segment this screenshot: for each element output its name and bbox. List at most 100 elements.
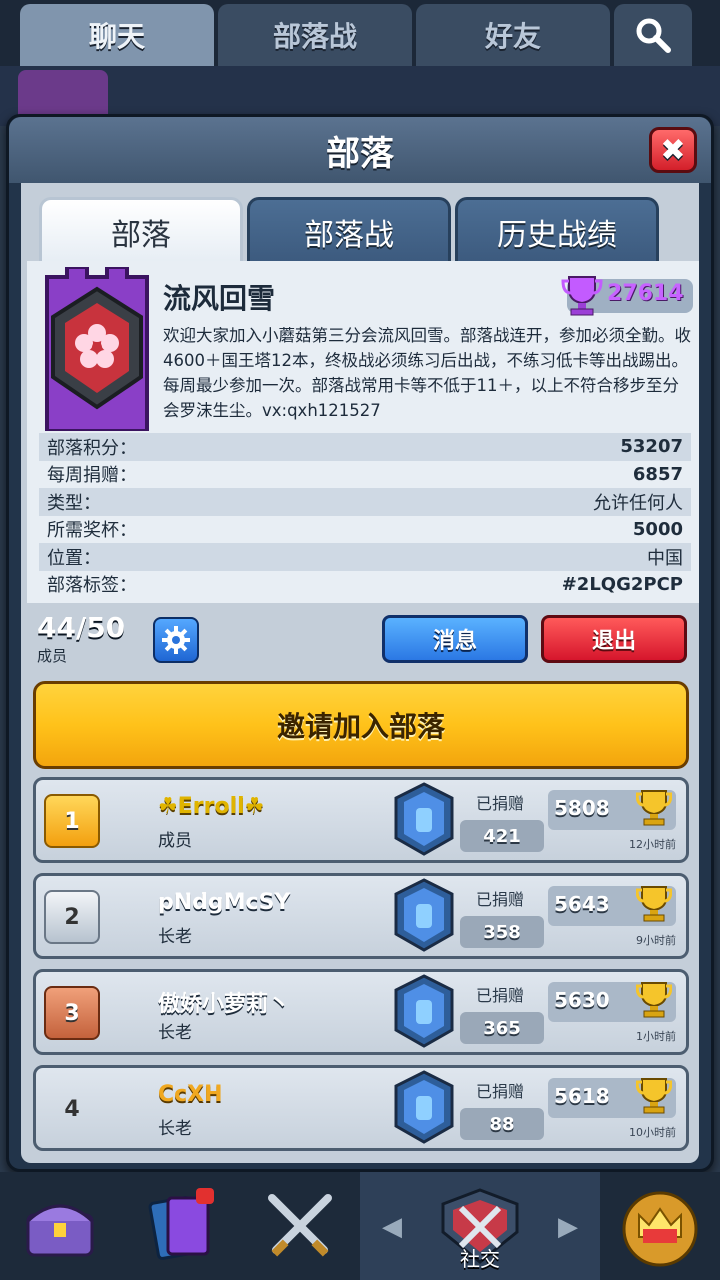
modal-title: 部落 bbox=[326, 133, 394, 174]
nav-cards[interactable] bbox=[120, 1172, 240, 1280]
search-button[interactable] bbox=[614, 4, 692, 66]
stat-row: 部落积分： 53207 bbox=[39, 433, 691, 461]
settings-button[interactable] bbox=[153, 617, 199, 663]
last-seen: 1小时前 bbox=[636, 1030, 676, 1043]
stat-row: 类型： 允许任何人 bbox=[39, 488, 691, 516]
donated-count: 358 bbox=[460, 916, 544, 948]
stat-label: 所需奖杯： bbox=[47, 520, 137, 542]
donated-count: 421 bbox=[460, 820, 544, 852]
search-icon bbox=[636, 18, 671, 53]
card-icon bbox=[394, 878, 454, 952]
trophy-icon bbox=[636, 790, 672, 826]
stat-row: 所需奖杯： 5000 bbox=[39, 516, 691, 544]
stat-row: 位置： 中国 bbox=[39, 543, 691, 571]
stat-value: 53207 bbox=[620, 436, 683, 458]
chevron-right-icon: ▶ bbox=[558, 1212, 578, 1242]
member-role: 长老 bbox=[158, 927, 192, 947]
tab-clan-war[interactable]: 部落战 bbox=[247, 197, 451, 263]
member-row[interactable]: 1 ☘Erroll☘ 成员 已捐赠 421 5808 12小时前 bbox=[33, 777, 689, 863]
last-seen: 10小时前 bbox=[629, 1126, 676, 1139]
trophy-icon bbox=[561, 276, 603, 316]
top-tab-bar: 聊天 部落战 好友 bbox=[0, 0, 720, 66]
rank-badge: 4 bbox=[64, 1096, 80, 1122]
message-button[interactable]: 消息 bbox=[382, 615, 528, 663]
gear-icon bbox=[162, 626, 190, 654]
leave-button[interactable]: 退出 bbox=[541, 615, 687, 663]
rank-badge: 3 bbox=[44, 986, 100, 1040]
member-name: ☘Erroll☘ bbox=[158, 794, 265, 819]
stat-value: 中国 bbox=[647, 547, 683, 569]
tab-clan-war[interactable]: 部落战 bbox=[218, 4, 412, 66]
screen: 聊天 部落战 好友 部落 ✖ 部落 部落战 历史战绩 流风回雪 27614 欢迎… bbox=[0, 0, 720, 1280]
stat-label: 每周捐赠： bbox=[47, 465, 137, 487]
tab-clan[interactable]: 部落 bbox=[39, 197, 243, 263]
chest-icon bbox=[26, 1204, 94, 1257]
member-row[interactable]: 3 傲娇小萝莉丶 长老 已捐赠 365 5630 1小时前 bbox=[33, 969, 689, 1055]
rank-badge: 2 bbox=[44, 890, 100, 944]
stat-label: 类型： bbox=[47, 492, 101, 514]
member-role: 长老 bbox=[158, 1023, 192, 1043]
nav-tournaments[interactable] bbox=[600, 1172, 720, 1280]
clan-info: 流风回雪 27614 欢迎大家加入小蘑菇第三分会流风回雪。部落战连开，参加必须全… bbox=[27, 261, 699, 603]
crown-icon bbox=[622, 1191, 698, 1267]
member-name: CcXH bbox=[158, 1082, 223, 1107]
member-trophies: 5630 bbox=[548, 982, 676, 1022]
donated-label: 已捐赠 bbox=[476, 1082, 525, 1101]
member-trophies: 5808 bbox=[548, 790, 676, 830]
member-role: 成员 bbox=[158, 831, 192, 851]
card-icon bbox=[394, 782, 454, 856]
member-trophies: 5643 bbox=[548, 886, 676, 926]
card-icon bbox=[394, 1070, 454, 1144]
clan-trophy-count: 27614 bbox=[607, 281, 684, 306]
member-trophies: 5618 bbox=[548, 1078, 676, 1118]
stat-value: 允许任何人 bbox=[593, 492, 683, 514]
trophy-icon bbox=[636, 886, 672, 922]
member-count-label: 成员 bbox=[37, 647, 68, 665]
trophy-count: 5618 bbox=[554, 1084, 610, 1108]
member-name: pNdgMcSY bbox=[158, 890, 291, 915]
close-button[interactable]: ✖ bbox=[649, 127, 697, 173]
tab-friends[interactable]: 好友 bbox=[416, 4, 610, 66]
last-seen: 9小时前 bbox=[636, 934, 676, 947]
member-row[interactable]: 4 CcXH 长老 已捐赠 88 5618 10小时前 bbox=[33, 1065, 689, 1151]
clan-name: 流风回雪 bbox=[163, 282, 276, 315]
bottom-nav: ◀ ▶ 社交 bbox=[0, 1172, 720, 1280]
crossed-swords-icon bbox=[268, 1194, 332, 1257]
stat-value: 6857 bbox=[632, 463, 683, 485]
modal-header: 部落 ✖ bbox=[9, 117, 711, 183]
stat-label: 部落积分： bbox=[47, 437, 137, 459]
stat-value: 5000 bbox=[632, 518, 683, 540]
chevron-left-icon: ◀ bbox=[382, 1212, 402, 1242]
member-name: 傲娇小萝莉丶 bbox=[158, 992, 291, 1017]
nav-battle[interactable] bbox=[240, 1172, 360, 1280]
members-bar: 44/50 成员 消息 退出 bbox=[27, 611, 699, 675]
member-row[interactable]: 2 pNdgMcSY 长老 已捐赠 358 5643 9小时前 bbox=[33, 873, 689, 959]
donated-count: 88 bbox=[460, 1108, 544, 1140]
member-role: 长老 bbox=[158, 1119, 192, 1139]
trophy-count: 5808 bbox=[554, 796, 610, 820]
nav-shop[interactable] bbox=[0, 1172, 120, 1280]
trophy-count: 5643 bbox=[554, 892, 610, 916]
clan-tabs: 部落 部落战 历史战绩 bbox=[39, 197, 659, 263]
cards-icon bbox=[148, 1188, 214, 1260]
stat-row: 部落标签： #2LQG2PCP bbox=[39, 571, 691, 599]
nav-social-label: 社交 bbox=[460, 1247, 500, 1271]
stat-label: 位置： bbox=[47, 547, 101, 569]
trophy-count: 5630 bbox=[554, 988, 610, 1012]
clan-trophies: 27614 bbox=[561, 276, 693, 316]
rank-badge: 1 bbox=[44, 794, 100, 848]
member-list: 1 ☘Erroll☘ 成员 已捐赠 421 5808 12小时前 2 pNdgM… bbox=[33, 777, 689, 1161]
close-icon: ✖ bbox=[660, 132, 686, 168]
card-icon bbox=[394, 974, 454, 1048]
donated-label: 已捐赠 bbox=[476, 986, 525, 1005]
trophy-icon bbox=[636, 1078, 672, 1114]
tab-history[interactable]: 历史战绩 bbox=[455, 197, 659, 263]
trophy-icon bbox=[636, 982, 672, 1018]
last-seen: 12小时前 bbox=[629, 838, 676, 851]
stat-row: 每周捐赠： 6857 bbox=[39, 461, 691, 489]
tab-chat[interactable]: 聊天 bbox=[20, 4, 214, 66]
invite-button[interactable]: 邀请加入部落 bbox=[33, 681, 689, 769]
member-count: 44/50 bbox=[37, 611, 126, 644]
nav-social[interactable]: ◀ ▶ 社交 bbox=[360, 1172, 600, 1280]
clan-badge-icon bbox=[45, 267, 149, 431]
